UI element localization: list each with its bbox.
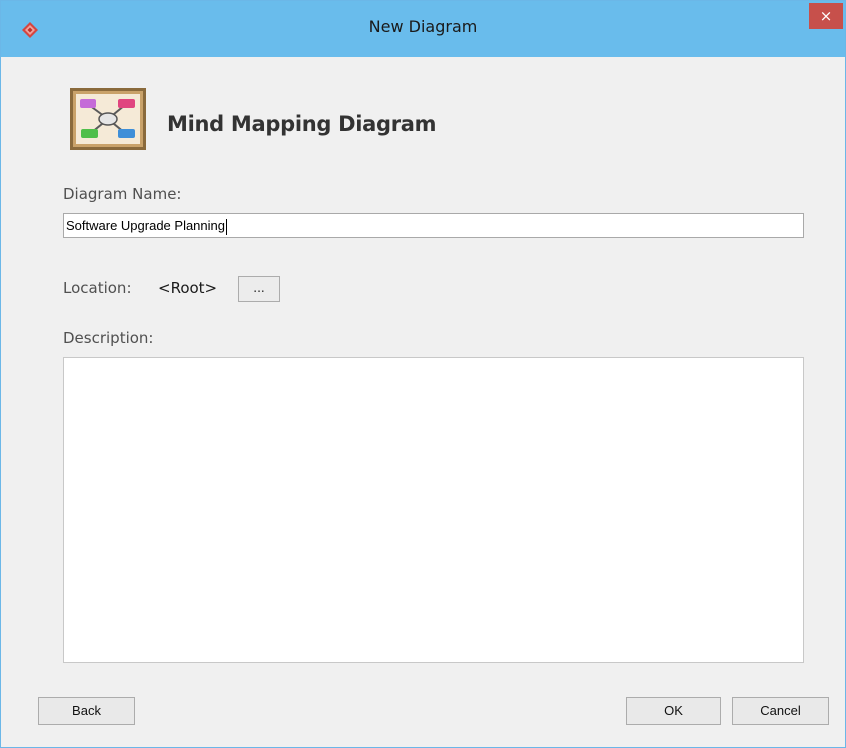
- text-caret: [226, 218, 227, 235]
- window-title: New Diagram: [368, 17, 478, 36]
- location-label: Location:: [63, 279, 132, 297]
- dialog-content: Mind Mapping Diagram Diagram Name: Softw…: [9, 57, 839, 741]
- diagram-name-label: Diagram Name:: [63, 185, 182, 203]
- browse-location-button[interactable]: ...: [238, 276, 280, 302]
- mind-map-diagram-icon: [70, 88, 146, 150]
- description-textarea[interactable]: [63, 357, 804, 663]
- ok-button[interactable]: OK: [626, 697, 721, 725]
- new-diagram-dialog: New Diagram × Mind Mapping Diagram Diagr…: [0, 0, 846, 748]
- description-label: Description:: [63, 329, 154, 347]
- close-button[interactable]: ×: [809, 3, 843, 29]
- diagram-name-value: Software Upgrade Planning: [66, 218, 225, 233]
- location-value: <Root>: [158, 279, 218, 297]
- diagram-type-title: Mind Mapping Diagram: [167, 112, 437, 136]
- back-button[interactable]: Back: [38, 697, 135, 725]
- diagram-name-input[interactable]: Software Upgrade Planning: [63, 213, 804, 238]
- title-bar[interactable]: New Diagram ×: [1, 1, 845, 57]
- cancel-button[interactable]: Cancel: [732, 697, 829, 725]
